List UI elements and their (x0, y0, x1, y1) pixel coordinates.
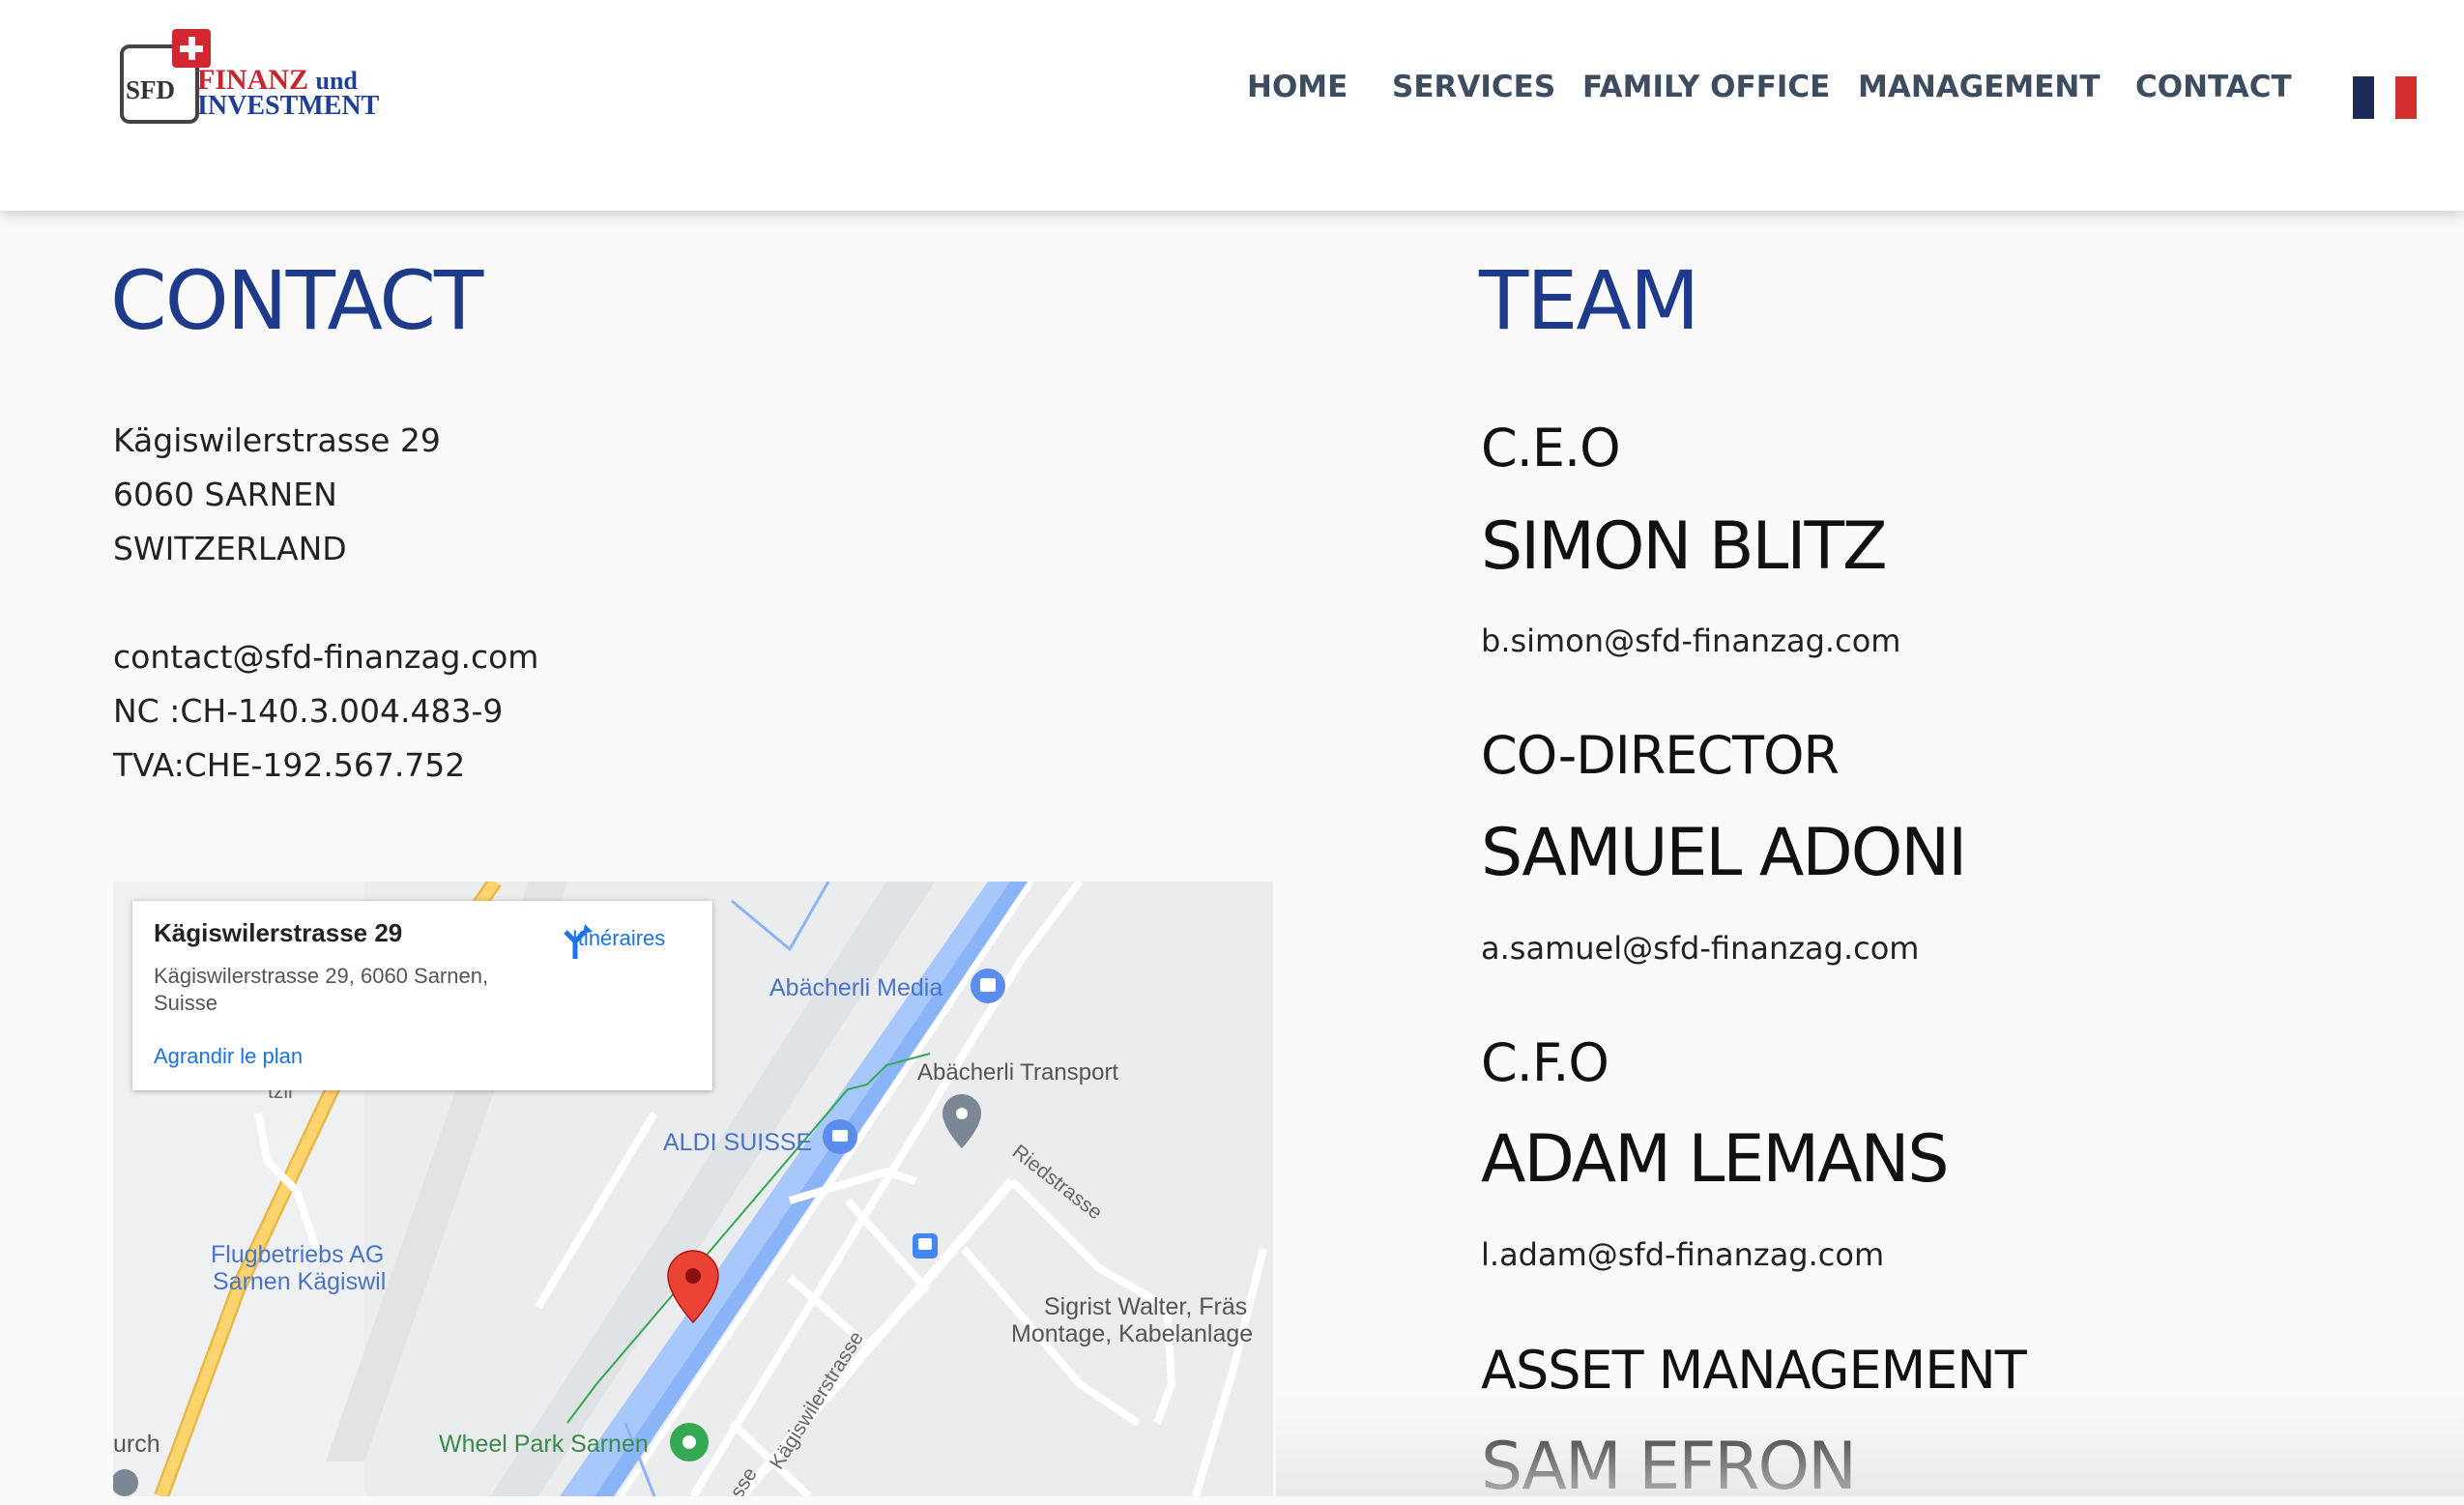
member-role-asset-management: ASSET MANAGEMENT (1481, 1340, 2027, 1401)
swiss-cross-icon (172, 29, 211, 68)
site-header: SFD FINANZ und INVESTMENT HOME SERVICES … (0, 0, 2464, 211)
french-flag-icon[interactable] (2353, 76, 2417, 119)
address-city: 6060 SARNEN (113, 476, 337, 513)
contact-email-link[interactable]: contact@sfd-finanzag.com (113, 638, 538, 676)
map-label-sigrist-sub[interactable]: Montage, Kabelanlage (1011, 1320, 1253, 1348)
map-info-card: Kägiswilerstrasse 29 Kägiswilerstrasse 2… (132, 901, 712, 1090)
map-label-aldi-suisse[interactable]: ALDI SUISSE (663, 1129, 812, 1157)
member-name-ceo: SIMON BLITZ (1481, 508, 1888, 585)
nav-services[interactable]: SERVICES (1392, 70, 1555, 104)
map-label-wheel-park[interactable]: Wheel Park Sarnen (439, 1431, 649, 1459)
member-role-co-director: CO-DIRECTOR (1481, 725, 1840, 786)
company-nc-number: NC :CH-140.3.004.483-9 (113, 692, 504, 730)
address-street: Kägiswilerstrasse 29 (113, 421, 441, 459)
logo-sfd-text: SFD (126, 75, 176, 104)
map-label-abacherli-media[interactable]: Abächerli Media (769, 974, 942, 1002)
directions-icon (564, 924, 593, 959)
address-country: SWITZERLAND (113, 530, 347, 567)
member-email-cfo[interactable]: l.adam@sfd-finanzag.com (1481, 1236, 1884, 1273)
team-heading: TEAM (1479, 253, 1699, 348)
bottom-fade (1276, 1392, 2464, 1496)
map-label-urch: urch (113, 1431, 160, 1458)
map-label-flugbetriebs[interactable]: Flugbetriebs AG (211, 1241, 384, 1269)
nav-family-office[interactable]: FAMILY OFFICE (1582, 70, 1830, 104)
member-email-ceo[interactable]: b.simon@sfd-finanzag.com (1481, 622, 1900, 659)
map-card-address: Kägiswilerstrasse 29, 6060 Sarnen, Suiss… (154, 964, 489, 1015)
nav-home[interactable]: HOME (1247, 70, 1348, 104)
map-label-sigrist[interactable]: Sigrist Walter, Fräs (1044, 1293, 1247, 1321)
map-label-flugbetriebs-sub[interactable]: Sarnen Kägiswil (213, 1268, 386, 1296)
map-card-title: Kägiswilerstrasse 29 (154, 918, 403, 947)
directions-button[interactable]: Itinéraires (556, 922, 681, 959)
nav-contact[interactable]: CONTACT (2135, 70, 2292, 104)
member-name-asset-management: SAM EFRON (1481, 1429, 1857, 1505)
sfd-logo[interactable]: SFD FINANZ und INVESTMENT (116, 29, 379, 126)
nav-management[interactable]: MANAGEMENT (1858, 70, 2101, 104)
member-email-co-director[interactable]: a.samuel@sfd-finanzag.com (1481, 930, 1919, 967)
member-role-cfo: C.F.O (1481, 1032, 1609, 1093)
member-role-ceo: C.E.O (1481, 418, 1621, 478)
enlarge-map-link[interactable]: Agrandir le plan (154, 1044, 303, 1069)
map-label-abacherli-transport[interactable]: Abächerli Transport (917, 1059, 1118, 1086)
contact-heading: CONTACT (110, 253, 483, 348)
member-name-cfo: ADAM LEMANS (1481, 1121, 1950, 1198)
logo-investment-text: INVESTMENT (197, 91, 380, 121)
member-name-co-director: SAMUEL ADONI (1481, 815, 1967, 891)
company-tva-number: TVA:CHE-192.567.752 (113, 746, 466, 784)
google-map[interactable]: Abächerli Media Abächerli Transport ALDI… (113, 882, 1273, 1496)
